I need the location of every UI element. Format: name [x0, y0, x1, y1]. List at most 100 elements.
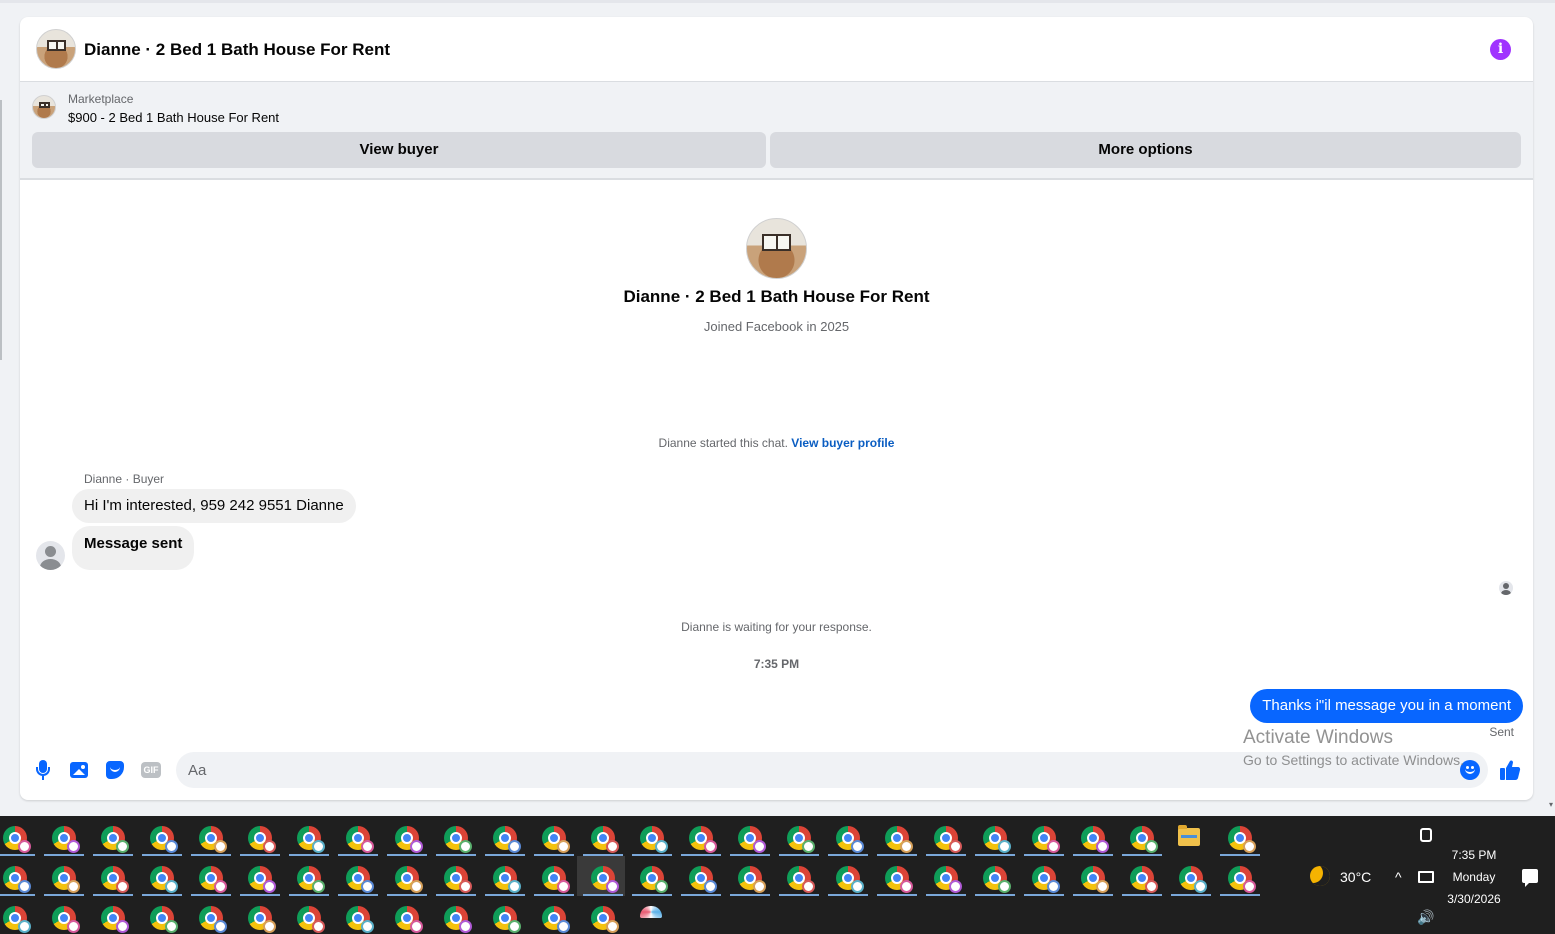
like-icon[interactable] — [1498, 758, 1522, 782]
chrome-icon[interactable] — [444, 866, 472, 893]
chrome-icon[interactable] — [297, 866, 325, 893]
running-indicator — [681, 894, 721, 896]
chrome-icon[interactable] — [1081, 866, 1109, 893]
chrome-icon[interactable] — [493, 906, 521, 933]
chrome-icon[interactable] — [3, 866, 31, 893]
chrome-icon[interactable] — [150, 826, 178, 853]
photo-icon[interactable] — [68, 759, 90, 781]
view-buyer-button[interactable]: View buyer — [32, 132, 766, 168]
chrome-icon[interactable] — [199, 906, 227, 933]
volume-icon[interactable]: 🔊 — [1417, 909, 1434, 926]
chrome-icon[interactable] — [444, 906, 472, 933]
chrome-icon[interactable] — [52, 866, 80, 893]
chrome-icon[interactable] — [1130, 866, 1158, 893]
listing-thumbnail[interactable] — [32, 95, 56, 119]
chrome-icon[interactable] — [591, 826, 619, 853]
chrome-icon[interactable] — [542, 826, 570, 853]
chrome-icon[interactable] — [346, 906, 374, 933]
chrome-icon[interactable] — [640, 866, 668, 893]
chrome-icon[interactable] — [1130, 826, 1158, 853]
incoming-message[interactable]: Message sent — [72, 526, 195, 570]
mic-icon[interactable] — [32, 759, 54, 781]
chrome-icon[interactable] — [395, 826, 423, 853]
chrome-icon[interactable] — [150, 906, 178, 933]
profile-avatar[interactable] — [746, 218, 807, 279]
chrome-icon[interactable] — [689, 826, 717, 853]
chrome-icon[interactable] — [52, 826, 80, 853]
chrome-icon[interactable] — [836, 826, 864, 853]
chrome-icon[interactable] — [591, 906, 619, 933]
chrome-icon[interactable] — [885, 826, 913, 853]
chrome-icon[interactable] — [885, 866, 913, 893]
chrome-icon[interactable] — [248, 866, 276, 893]
running-indicator — [485, 854, 525, 856]
meet-now-icon[interactable] — [1420, 828, 1432, 842]
chrome-icon[interactable] — [787, 866, 815, 893]
chrome-icon[interactable] — [983, 826, 1011, 853]
sticker-icon[interactable] — [104, 759, 126, 781]
chrome-icon[interactable] — [150, 866, 178, 893]
chrome-icon[interactable] — [346, 826, 374, 853]
chrome-icon[interactable] — [297, 906, 325, 933]
more-options-button[interactable]: More options — [770, 132, 1521, 168]
moon-icon[interactable] — [1310, 866, 1330, 886]
network-icon[interactable] — [1418, 871, 1434, 883]
listing-title[interactable]: $900 - 2 Bed 1 Bath House For Rent — [68, 110, 279, 125]
chrome-icon[interactable] — [199, 826, 227, 853]
chrome-icon[interactable] — [542, 906, 570, 933]
chrome-icon[interactable] — [101, 866, 129, 893]
chrome-icon[interactable] — [934, 826, 962, 853]
chrome-icon[interactable] — [983, 866, 1011, 893]
running-indicator — [975, 894, 1015, 896]
file-explorer-icon[interactable] — [1178, 825, 1200, 846]
clock-day[interactable]: Monday — [1440, 870, 1508, 884]
umbrella-icon[interactable] — [640, 906, 662, 918]
chrome-icon[interactable] — [395, 906, 423, 933]
chat-title[interactable]: Dianne · 2 Bed 1 Bath House For Rent — [84, 40, 390, 60]
outgoing-message[interactable]: Thanks i"il message you in a moment — [1250, 689, 1523, 723]
clock-time[interactable]: 7:35 PM — [1440, 848, 1508, 862]
chrome-icon[interactable] — [199, 866, 227, 893]
running-indicator — [436, 894, 476, 896]
chrome-icon[interactable] — [1081, 826, 1109, 853]
chrome-icon[interactable] — [101, 906, 129, 933]
chrome-icon[interactable] — [395, 866, 423, 893]
chrome-icon[interactable] — [3, 826, 31, 853]
chrome-icon[interactable] — [493, 866, 521, 893]
listing-avatar[interactable] — [36, 29, 76, 69]
chrome-icon[interactable] — [1179, 866, 1207, 893]
chrome-icon[interactable] — [248, 826, 276, 853]
chrome-icon[interactable] — [1032, 826, 1060, 853]
chrome-icon[interactable] — [738, 866, 766, 893]
running-indicator — [1024, 854, 1064, 856]
incoming-message[interactable]: Hi I'm interested, 959 242 9551 Dianne — [72, 489, 356, 523]
scroll-down-icon[interactable]: ▾ — [1549, 800, 1553, 809]
chrome-icon[interactable] — [738, 826, 766, 853]
chrome-icon[interactable] — [493, 826, 521, 853]
chrome-icon[interactable] — [297, 826, 325, 853]
chrome-icon[interactable] — [787, 826, 815, 853]
buyer-avatar[interactable] — [36, 541, 65, 570]
chrome-icon[interactable] — [934, 866, 962, 893]
chrome-icon[interactable] — [1228, 866, 1256, 893]
view-buyer-profile-link[interactable]: View buyer profile — [791, 436, 894, 450]
chrome-icon[interactable] — [836, 866, 864, 893]
chrome-icon[interactable] — [1032, 866, 1060, 893]
weather-temperature[interactable]: 30°C — [1340, 869, 1371, 885]
chrome-icon[interactable] — [591, 866, 619, 893]
chrome-icon[interactable] — [346, 866, 374, 893]
info-icon[interactable]: i — [1490, 39, 1511, 60]
chrome-icon[interactable] — [689, 866, 717, 893]
chrome-icon[interactable] — [101, 826, 129, 853]
chrome-icon[interactable] — [248, 906, 276, 933]
chrome-icon[interactable] — [542, 866, 570, 893]
chrome-icon[interactable] — [52, 906, 80, 933]
chrome-icon[interactable] — [3, 906, 31, 933]
notifications-icon[interactable] — [1522, 869, 1538, 887]
chrome-icon[interactable] — [1228, 826, 1256, 853]
clock-date[interactable]: 3/30/2026 — [1440, 892, 1508, 906]
chrome-icon[interactable] — [640, 826, 668, 853]
gif-icon[interactable]: GIF — [140, 759, 162, 781]
chrome-icon[interactable] — [444, 826, 472, 853]
chevron-up-icon[interactable]: ^ — [1395, 869, 1402, 885]
